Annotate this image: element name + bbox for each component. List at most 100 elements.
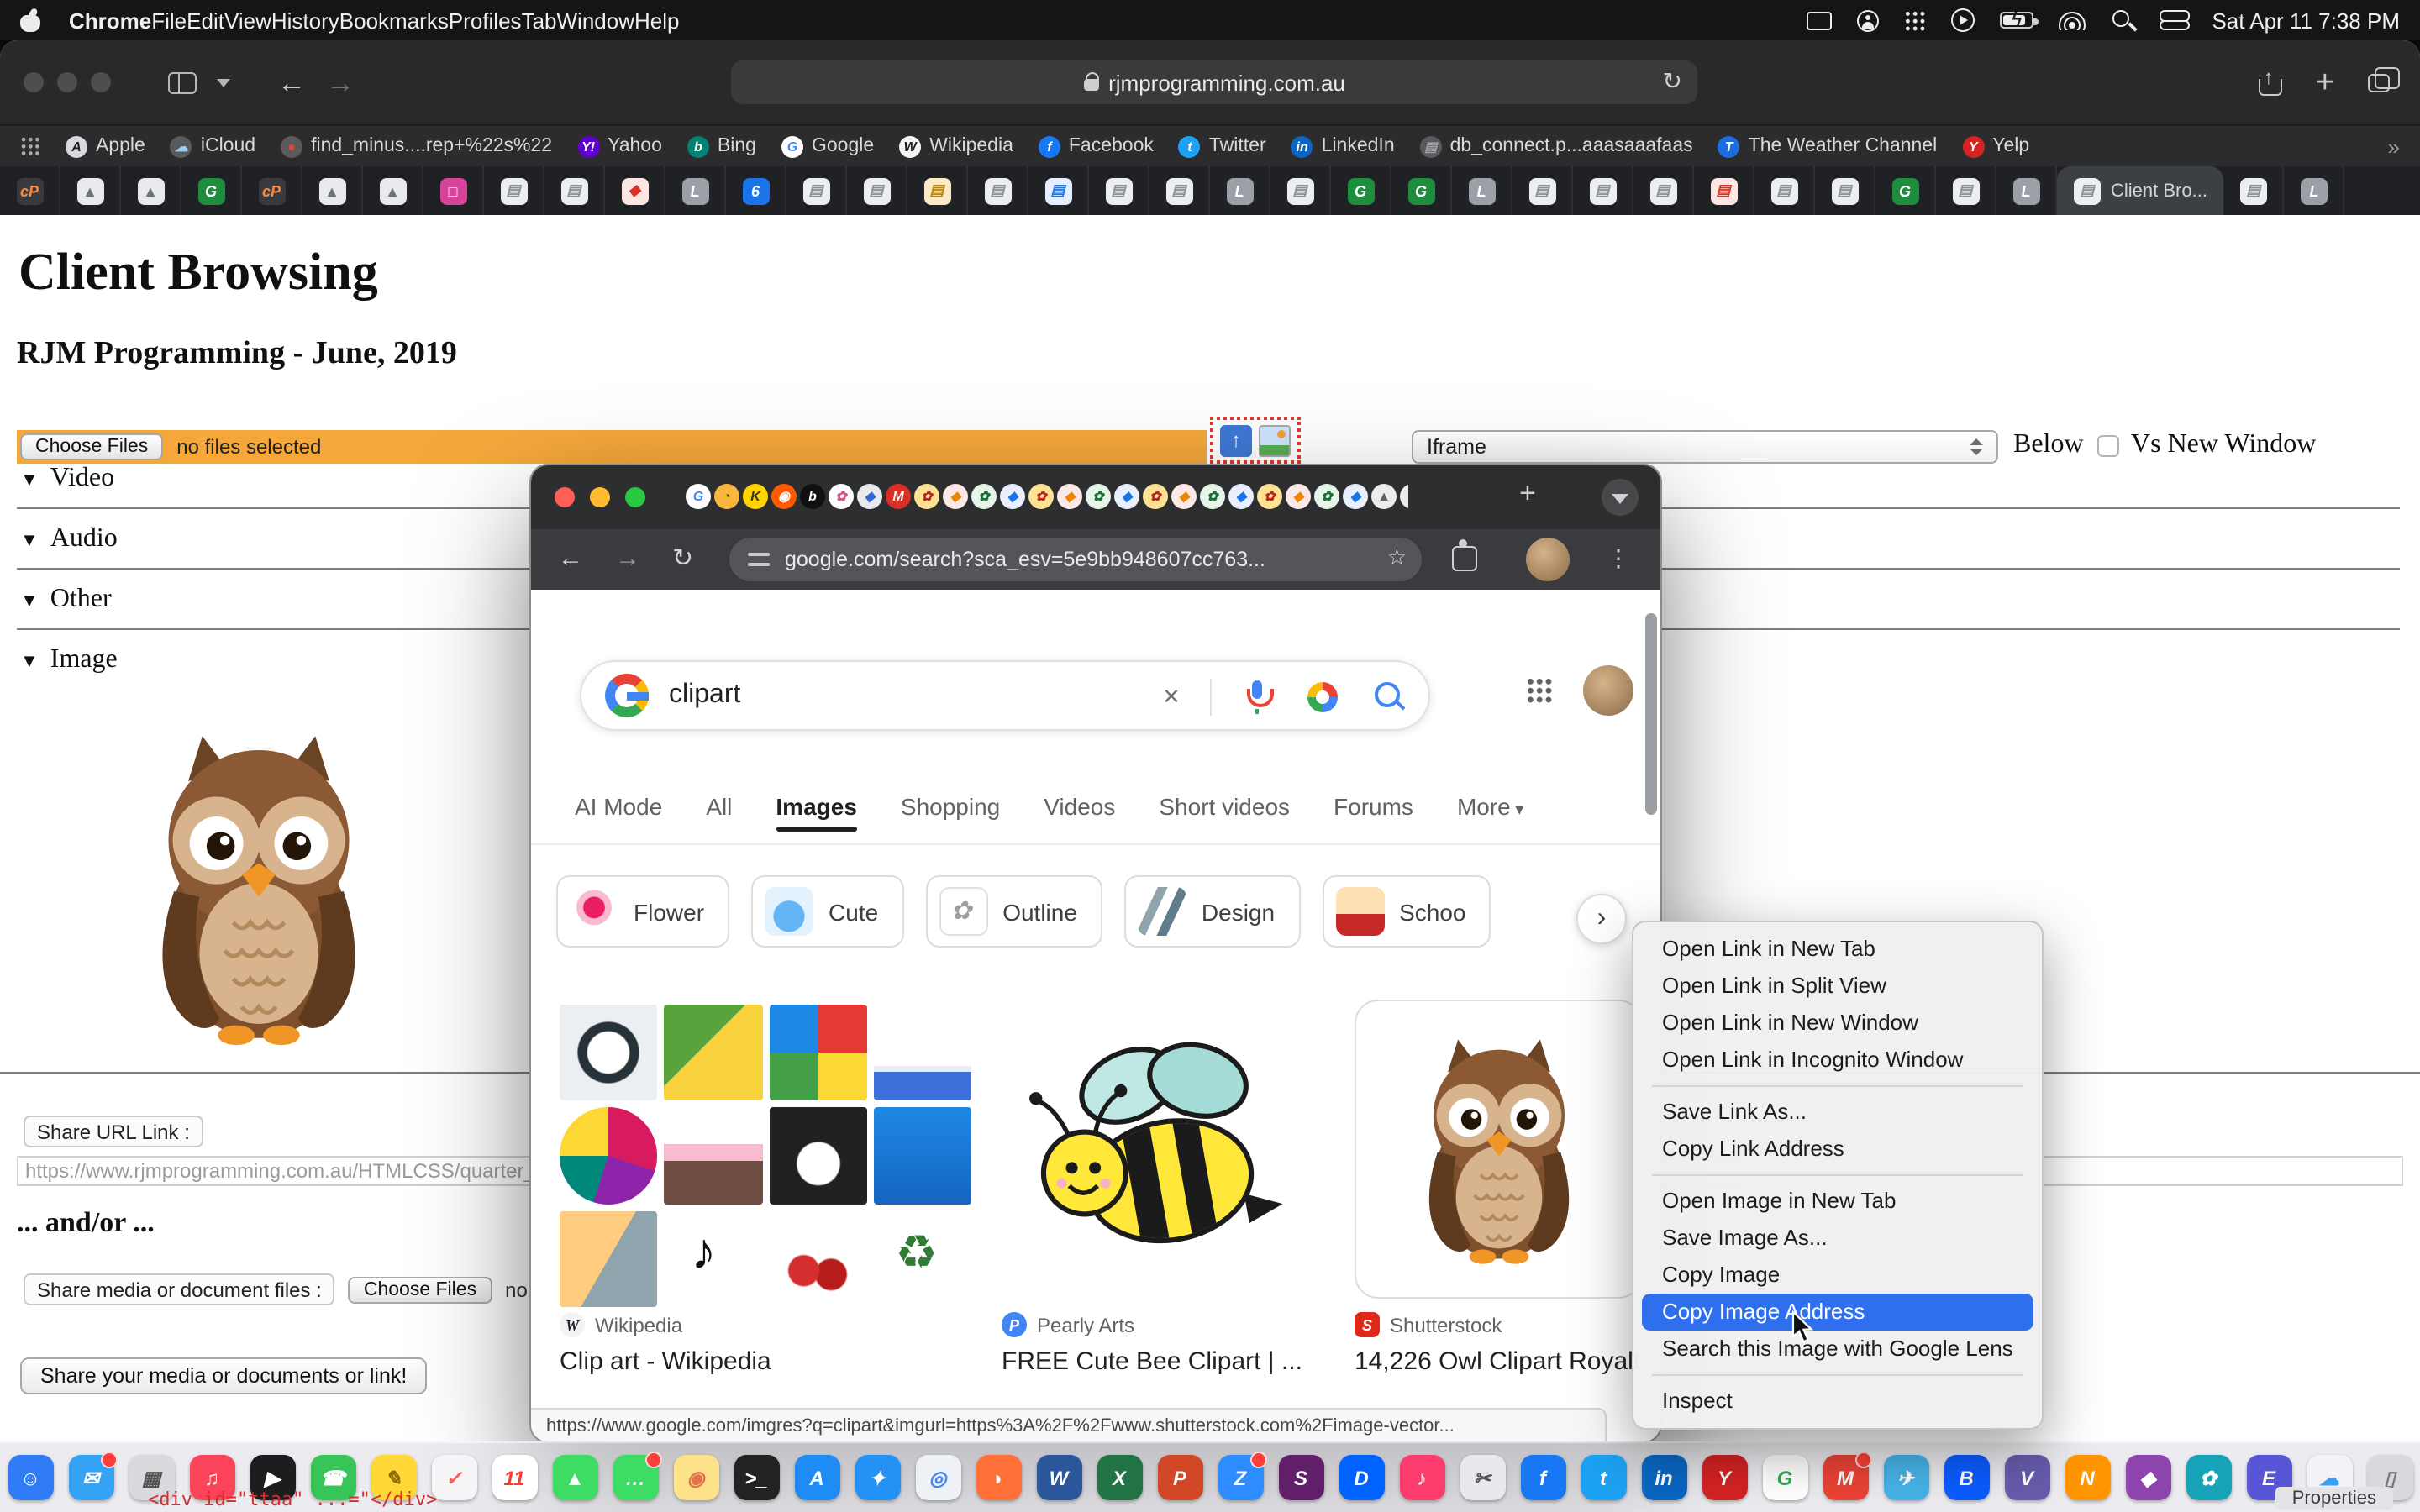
chips-scroll-arrow[interactable]: ›: [1576, 894, 1627, 944]
browser-tab[interactable]: ▤: [1754, 166, 1815, 215]
dock-app-icon[interactable]: t: [1581, 1455, 1626, 1500]
dock-app-icon[interactable]: X: [1097, 1455, 1142, 1500]
browser-tab[interactable]: cP: [242, 166, 302, 215]
dock-app-icon[interactable]: ✉: [68, 1455, 113, 1500]
battery-icon[interactable]: ϟ: [2000, 12, 2033, 29]
dock-app-icon[interactable]: >_: [734, 1455, 779, 1500]
tab-favicon[interactable]: ✿: [1086, 484, 1111, 509]
tab-favicon[interactable]: ▲: [1371, 484, 1397, 509]
search-category-tab[interactable]: All: [706, 793, 732, 820]
dock-app-icon[interactable]: ◉: [673, 1455, 718, 1500]
menubar-item[interactable]: View: [224, 8, 271, 33]
back-button[interactable]: ←: [558, 546, 583, 571]
context-menu-item[interactable]: Open Link in Incognito Window: [1642, 1042, 2033, 1079]
browser-tab[interactable]: ▤: [786, 166, 847, 215]
tab-favicon[interactable]: K: [743, 484, 768, 509]
close-window-button[interactable]: [555, 487, 575, 507]
dock-app-icon[interactable]: V: [2004, 1455, 2049, 1500]
tab-favicon[interactable]: ◆: [1343, 484, 1368, 509]
dock-app-icon[interactable]: B: [1944, 1455, 1989, 1500]
dock-app-icon[interactable]: A: [794, 1455, 839, 1500]
dock-app-icon[interactable]: ✦: [855, 1455, 900, 1500]
browser-tab[interactable]: G: [1392, 166, 1452, 215]
minimize-window-button[interactable]: [590, 487, 610, 507]
address-bar[interactable]: google.com/search?sca_esv=5e9bb948607cc7…: [729, 538, 1422, 581]
image-file-icon[interactable]: [1259, 424, 1291, 456]
tab-favicon[interactable]: ◆: [943, 484, 968, 509]
tab-favicon[interactable]: ◆: [1171, 484, 1197, 509]
bookmarks-overflow-icon[interactable]: »: [2388, 134, 2400, 159]
browser-tab[interactable]: ◆: [605, 166, 666, 215]
browser-tab[interactable]: ▤: [1573, 166, 1634, 215]
search-result-caption[interactable]: S Shutterstock 14,226 Owl Clipart Royalt: [1355, 1312, 1660, 1376]
search-category-tab[interactable]: Videos: [1044, 793, 1115, 820]
dock-app-icon[interactable]: ▲: [552, 1455, 597, 1500]
browser-tab[interactable]: ▤: [1634, 166, 1694, 215]
dock-app-icon[interactable]: ♪: [1399, 1455, 1444, 1500]
active-browser-tab[interactable]: ▤ Client Bro...: [2057, 166, 2224, 215]
dock-app-icon[interactable]: D: [1339, 1455, 1384, 1500]
browser-tab[interactable]: G: [1331, 166, 1392, 215]
search-result-caption[interactable]: W Wikipedia Clip art - Wikipedia: [560, 1312, 980, 1376]
tab-favicon[interactable]: ✿: [914, 484, 939, 509]
search-icon[interactable]: [1375, 682, 1403, 711]
upload-icon[interactable]: ↑: [1220, 424, 1252, 456]
browser-tab[interactable]: ▤: [908, 166, 968, 215]
browser-tab[interactable]: ▤: [1270, 166, 1331, 215]
tab-favicon[interactable]: ◆: [1000, 484, 1025, 509]
minimize-window-button[interactable]: [57, 72, 77, 92]
forward-button[interactable]: →: [326, 68, 355, 97]
menubar-item[interactable]: History: [271, 8, 339, 33]
browser-tab[interactable]: ▤: [1150, 166, 1210, 215]
dock-app-icon[interactable]: in: [1641, 1455, 1686, 1500]
choose-files-button-2[interactable]: Choose Files: [349, 1276, 492, 1303]
owl-clipart-image[interactable]: [118, 719, 400, 1055]
extensions-icon[interactable]: [1452, 546, 1477, 571]
profile-avatar[interactable]: [1526, 538, 1570, 581]
iframe-select[interactable]: Iframe: [1412, 430, 1998, 464]
menu-bar-clock[interactable]: Sat Apr 11 7:38 PM: [2212, 8, 2400, 33]
dock-app-icon[interactable]: P: [1157, 1455, 1202, 1500]
context-menu-item[interactable]: Open Link in New Window: [1642, 1005, 2033, 1042]
menubar-item[interactable]: Bookmarks: [339, 8, 449, 33]
tab-favicon[interactable]: ◆: [1228, 484, 1254, 509]
clear-search-icon[interactable]: ×: [1163, 680, 1180, 714]
menubar-item[interactable]: Profiles: [449, 8, 522, 33]
choose-files-button[interactable]: Choose Files: [20, 433, 163, 460]
bookmark-item[interactable]: A Apple: [66, 135, 145, 157]
back-button[interactable]: ←: [277, 68, 306, 97]
tab-favicon[interactable]: M: [886, 484, 911, 509]
dock-app-icon[interactable]: W: [1036, 1455, 1081, 1500]
google-profile-avatar[interactable]: [1583, 665, 1634, 716]
google-lens-icon[interactable]: [1307, 682, 1338, 712]
search-query[interactable]: clipart: [669, 680, 740, 711]
new-tab-icon[interactable]: +: [2316, 66, 2334, 98]
reload-icon[interactable]: ↻: [1663, 67, 1682, 96]
bookmark-item[interactable]: ● find_minus....rep+%22s%22: [281, 135, 552, 157]
result-title[interactable]: FREE Cute Bee Clipart | ...: [1002, 1347, 1422, 1376]
context-menu-item[interactable]: Save Link As...: [1642, 1094, 2033, 1131]
context-menu-item[interactable]: Copy Link Address: [1642, 1131, 2033, 1168]
menubar-item[interactable]: Edit: [187, 8, 224, 33]
browser-tab[interactable]: □: [424, 166, 484, 215]
tab-favicon[interactable]: ✿: [1314, 484, 1339, 509]
tab-favicon[interactable]: ◉: [771, 484, 797, 509]
dock-app-icon[interactable]: G: [1762, 1455, 1807, 1500]
browser-tab[interactable]: cP: [0, 166, 60, 215]
dock-app-icon[interactable]: 11: [492, 1455, 537, 1500]
dock-app-icon[interactable]: M: [1823, 1455, 1868, 1500]
context-menu-item[interactable]: Search this Image with Google Lens: [1642, 1331, 2033, 1368]
site-settings-icon[interactable]: [748, 551, 770, 568]
filter-chip[interactable]: Design: [1124, 875, 1300, 948]
browser-menu-icon[interactable]: ⋮: [1607, 544, 1630, 573]
bookmark-item[interactable]: f Facebook: [1039, 135, 1154, 157]
result-title[interactable]: Clip art - Wikipedia: [560, 1347, 980, 1376]
browser-tab[interactable]: ▤: [484, 166, 544, 215]
share-submit-button[interactable]: Share your media or documents or link!: [20, 1357, 427, 1394]
dock-app-icon[interactable]: ◗: [976, 1455, 1021, 1500]
tab-favicon[interactable]: ✿: [1200, 484, 1225, 509]
context-menu-item[interactable]: Copy Image Address: [1642, 1294, 2033, 1331]
browser-tab[interactable]: 6: [726, 166, 786, 215]
tab-favicon[interactable]: ✿: [1143, 484, 1168, 509]
tab-favicon[interactable]: b: [800, 484, 825, 509]
